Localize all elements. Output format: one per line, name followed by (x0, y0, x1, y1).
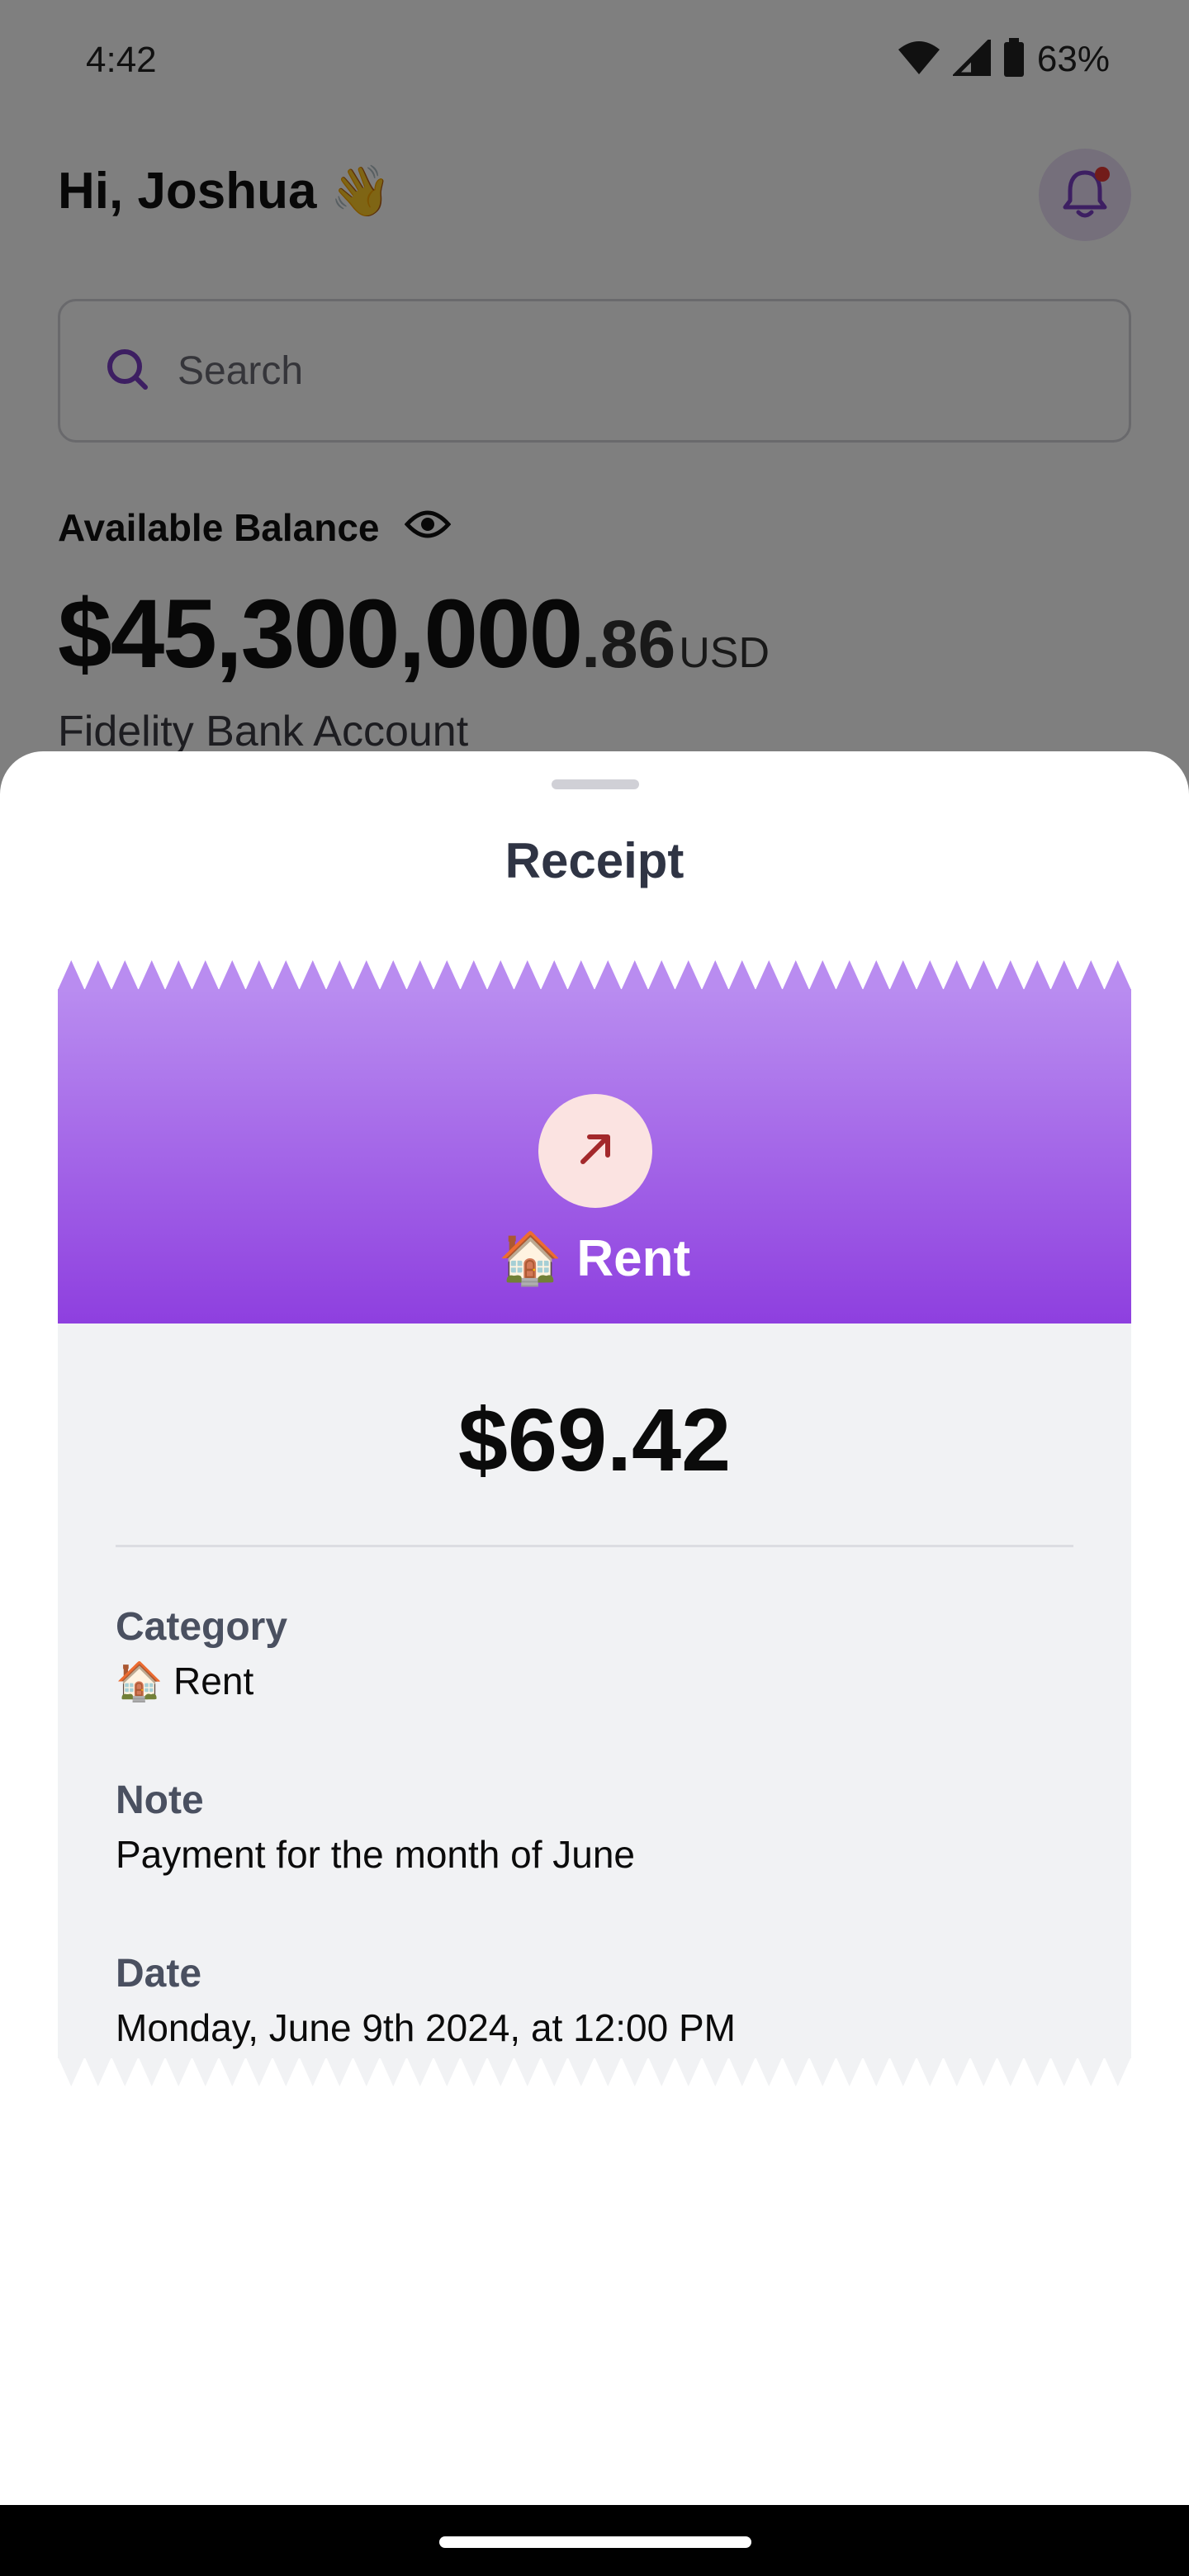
note-value: Payment for the month of June (116, 1833, 636, 1876)
transaction-amount: $69.42 (457, 1390, 732, 1489)
receipt-bottom-edge (58, 2057, 1131, 2086)
receipt-sheet: Receipt 🏠 Rent $69.42 Category 🏠 Rent No… (0, 751, 1189, 2505)
arrow-up-right-icon (576, 1130, 614, 1172)
receipt-card: 🏠 Rent $69.42 Category 🏠 Rent Note Payme… (58, 960, 1131, 2086)
receipt-category-title: 🏠 Rent (498, 1230, 691, 1287)
home-indicator[interactable] (439, 2536, 751, 2548)
receipt-body: $69.42 Category 🏠 Rent Note Payment for … (58, 1324, 1131, 2058)
category-label: Category (116, 1605, 288, 1649)
app-screen: 4:42 63% Hi, Joshua 👋 Search (0, 0, 1189, 2576)
sheet-title: Receipt (504, 833, 685, 888)
note-label: Note (116, 1778, 204, 1822)
system-nav-bar (0, 2505, 1189, 2576)
divider (116, 1545, 1073, 1547)
receipt-top-edge (58, 960, 1131, 990)
outgoing-indicator (538, 1094, 652, 1208)
date-value: Monday, June 9th 2024, at 12:00 PM (116, 2006, 736, 2049)
category-value: 🏠 Rent (116, 1660, 254, 1702)
date-label: Date (116, 1952, 202, 1996)
drag-handle[interactable] (552, 779, 639, 789)
receipt-header: 🏠 Rent (58, 989, 1131, 1324)
